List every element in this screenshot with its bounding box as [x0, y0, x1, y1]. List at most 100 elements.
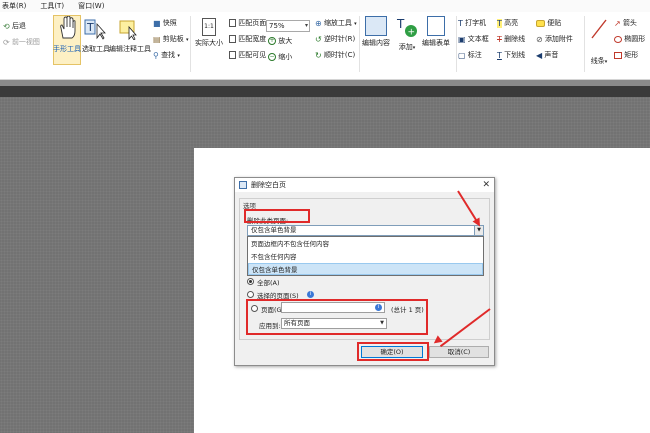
zoom-select[interactable]: 75% ▾ — [266, 20, 310, 32]
actual-size-button[interactable]: 1:1 实际大小 — [194, 18, 224, 48]
fit-visible-label: 匹配可见 — [238, 51, 267, 59]
sticky-note-icon — [536, 19, 545, 27]
typewriter-label: 打字机 — [465, 19, 487, 27]
typewriter-icon: T — [458, 18, 463, 28]
find-button[interactable]: ⚲ 查找 ▾ — [153, 50, 180, 60]
edit-form-icon — [427, 16, 445, 36]
fit-page-button[interactable]: 匹配页面 — [229, 18, 266, 28]
arrow-shape-button[interactable]: ↗ 箭头 — [614, 18, 637, 28]
menu-window[interactable]: 窗口(W) — [78, 1, 104, 11]
text-cursor-icon: T — [84, 19, 106, 40]
underline-button[interactable]: T 下划线 — [497, 50, 525, 60]
fit-width-button[interactable]: 匹配宽度 — [229, 34, 266, 44]
edit-content-button[interactable]: 编辑内容 — [361, 16, 391, 48]
select-annotation-label: 编辑注释工具 — [109, 45, 151, 53]
ellipse-button[interactable]: 椭圆形 — [614, 34, 645, 44]
zoom-tool-label: 缩放工具 — [323, 19, 352, 27]
typewriter-button[interactable]: T 打字机 — [458, 18, 486, 28]
zoom-out-icon: − — [268, 53, 276, 61]
svg-text:T: T — [86, 21, 94, 34]
clipboard-button[interactable]: ▤ 剪贴板 ▾ — [153, 34, 189, 44]
zoom-value: 75% — [269, 22, 285, 30]
underline-icon: T — [497, 50, 502, 60]
speaker-icon: ◀ — [536, 50, 543, 60]
zoom-tool-button[interactable]: ⊕ 缩放工具 ▾ — [315, 18, 357, 28]
add-text-icon: T + — [396, 17, 417, 38]
close-icon[interactable]: ✕ — [482, 178, 490, 192]
select-text-label: 选取工具 — [82, 45, 110, 53]
rotate-ccw-label: 逆时针(R) — [323, 35, 356, 43]
magnifier-icon: ⊕ — [315, 18, 322, 28]
separator — [456, 16, 457, 72]
highlight-icon: T — [497, 18, 502, 28]
ribbon-toolbar: ⟲ 后退 ⟳ 前一视图 手形工具 T 选取工具 编辑注释工具 ■ 快照 ▤ 剪贴… — [0, 12, 650, 80]
dropdown-option[interactable]: 不包含任何内容 — [248, 251, 483, 263]
paperclip-icon: ⊘ — [536, 34, 543, 44]
rect-label: 矩形 — [624, 51, 639, 59]
dropdown-option-selected[interactable]: 仅包含单色背景 — [248, 263, 483, 275]
actual-size-icon: 1:1 — [202, 18, 216, 36]
ellipse-icon — [614, 35, 622, 43]
hand-tool-label: 手形工具 — [53, 45, 81, 53]
page-type-dropdown-list: 页面边框内不包含任何内容 不包含任何内容 仅包含单色背景 — [247, 236, 484, 276]
back-arrow-icon: ⟲ — [3, 21, 10, 31]
menu-tools[interactable]: 工具(T) — [40, 1, 64, 11]
sound-button[interactable]: ◀ 声音 — [536, 50, 558, 60]
radio-all-pages[interactable] — [247, 278, 254, 285]
arrow-label: 箭头 — [622, 19, 637, 27]
find-label: 查找 — [161, 51, 176, 59]
callout-button[interactable]: ▢ 标注 — [458, 50, 482, 60]
forward-label: 前一视图 — [11, 38, 40, 46]
edit-form-button[interactable]: 编辑表单 — [420, 16, 452, 48]
search-icon: ⚲ — [153, 50, 159, 60]
edit-form-label: 编辑表单 — [422, 39, 450, 47]
text-box-icon: ▣ — [458, 34, 466, 44]
line-icon — [591, 19, 607, 39]
highlight-label: 高亮 — [504, 19, 519, 27]
fit-visible-button[interactable]: 匹配可见 — [229, 50, 266, 60]
text-box-label: 文本框 — [467, 35, 489, 43]
radio-selected-pages[interactable] — [247, 291, 254, 298]
hand-tool-button[interactable]: 手形工具 — [53, 15, 81, 54]
svg-text:+: + — [408, 28, 416, 38]
text-box-button[interactable]: ▣ 文本框 — [458, 34, 489, 44]
edit-content-label: 编辑内容 — [362, 39, 390, 47]
sticky-note-button[interactable]: 便贴 — [536, 18, 561, 28]
line-button[interactable]: 线条▾ — [588, 18, 610, 66]
zoom-in-icon: + — [268, 37, 276, 45]
fit-page-icon — [229, 19, 236, 27]
back-button[interactable]: ⟲ 后退 — [3, 21, 26, 31]
zoom-in-button[interactable]: + 放大 — [268, 36, 292, 46]
fit-width-label: 匹配宽度 — [238, 35, 267, 43]
ellipse-label: 椭圆形 — [624, 35, 646, 43]
zoom-out-button[interactable]: − 缩小 — [268, 52, 292, 62]
rotate-ccw-button[interactable]: ↺ 逆时针(R) — [315, 34, 355, 44]
snapshot-button[interactable]: ■ 快照 — [153, 18, 177, 28]
highlight-button[interactable]: T 高亮 — [497, 18, 518, 28]
select-annotation-button[interactable]: 编辑注释工具 — [109, 18, 151, 54]
cancel-button[interactable]: 取消(C) — [429, 346, 489, 358]
rotate-cw-button[interactable]: ↻ 顺时针(C) — [315, 50, 355, 60]
menu-form[interactable]: 表单(R) — [2, 1, 26, 11]
zoom-in-label: 放大 — [278, 37, 293, 45]
add-button[interactable]: T + 添加▾ — [394, 16, 420, 52]
forward-button[interactable]: ⟳ 前一视图 — [3, 37, 40, 47]
strikeout-label: 删除线 — [504, 35, 526, 43]
attach-file-button[interactable]: ⊘ 添加附件 — [536, 34, 573, 44]
page-type-combo[interactable]: 仅包含单色背景 ▼ — [247, 225, 484, 236]
chevron-down-icon: ▾ — [304, 22, 308, 29]
hand-icon — [60, 15, 76, 39]
strikeout-button[interactable]: T 删除线 — [497, 34, 525, 44]
callout-icon: ▢ — [458, 50, 466, 60]
clipboard-label: 剪贴板 — [162, 35, 184, 43]
fit-page-label: 匹配页面 — [238, 19, 267, 27]
attach-label: 添加附件 — [544, 35, 573, 43]
rectangle-button[interactable]: 矩形 — [614, 50, 638, 60]
dialog-title: 删除空白页 — [251, 181, 286, 189]
dropdown-option[interactable]: 页面边框内不包含任何内容 — [248, 238, 483, 250]
select-text-button[interactable]: T 选取工具 — [82, 18, 110, 54]
svg-text:T: T — [396, 17, 405, 31]
forward-arrow-icon: ⟳ — [3, 37, 10, 47]
app-icon — [239, 181, 247, 189]
info-icon[interactable]: i — [307, 291, 314, 298]
